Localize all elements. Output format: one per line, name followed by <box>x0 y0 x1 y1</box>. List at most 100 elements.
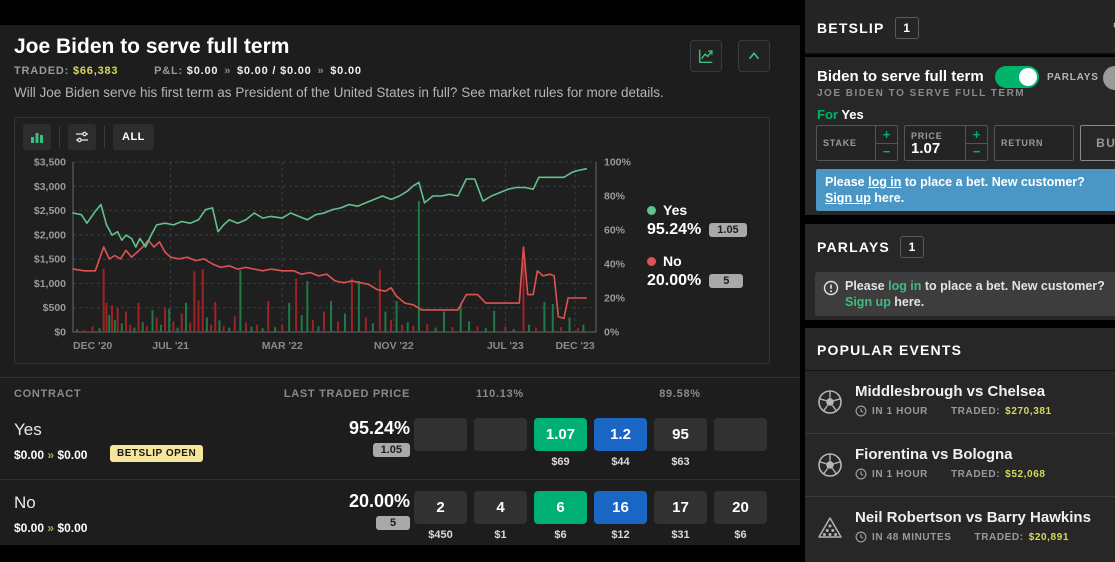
last-traded-price: 95.24% 1.05 <box>349 418 410 458</box>
price-cell[interactable]: 95 <box>654 418 707 451</box>
remove-bet-button[interactable] <box>1103 66 1115 90</box>
chevron-up-icon <box>745 47 763 65</box>
pnl-value: $0.00 <box>57 448 87 462</box>
svg-text:40%: 40% <box>604 259 626 271</box>
contract-name: No <box>14 493 36 513</box>
betslip-count-badge: 1 <box>895 17 919 39</box>
event-start-time: IN 1 HOUR <box>872 469 928 480</box>
parlays-toggle-label: PARLAYS <box>1047 72 1099 83</box>
buy-button[interactable]: BUY <box>1080 125 1115 161</box>
price-cell[interactable]: 4 <box>474 491 527 524</box>
timerange-all-button[interactable]: ALL <box>113 124 154 150</box>
price-value[interactable]: 1.07 <box>911 141 959 156</box>
cell-volume <box>714 456 767 470</box>
ltp-odds-badge: 5 <box>376 516 410 530</box>
price-label: PRICE <box>911 131 959 141</box>
event-start-time: IN 48 MINUTES <box>872 532 951 543</box>
event-list-item[interactable]: Neil Robertson vs Barry Hawkins IN 48 MI… <box>805 496 1115 559</box>
signup-link[interactable]: Sign up <box>825 191 871 205</box>
event-start-time: IN 1 HOUR <box>872 406 928 417</box>
pnl-separator: » <box>47 521 54 535</box>
back-price-button[interactable]: 6 <box>534 491 587 524</box>
event-traded-amount: $52,068 <box>1005 469 1045 480</box>
price-cell[interactable]: 17 <box>654 491 707 524</box>
chart-view-button[interactable] <box>690 40 722 72</box>
price-chart[interactable]: $0$500$1,000$1,500$2,000$2,500$3,000$3,5… <box>21 154 643 359</box>
cell-volume: $63 <box>654 456 707 470</box>
lay-percent-header: 89.58% <box>650 388 710 400</box>
back-price-button[interactable]: 1.07 <box>534 418 587 451</box>
cell-volume: $6 <box>534 529 587 543</box>
info-icon <box>823 280 839 296</box>
contract-pnl: $0.00 » $0.00 <box>14 521 87 535</box>
parlays-login-notice: Please log in to place a bet. New custom… <box>815 272 1115 316</box>
market-stats: TRADED: $66,383 P&L: $0.00 » $0.00 / $0.… <box>14 65 362 77</box>
stake-increment-button[interactable]: + <box>876 126 897 144</box>
side-value: Yes <box>841 107 863 122</box>
snooker-rack-icon <box>816 514 844 542</box>
cell-volume: $1 <box>474 529 527 543</box>
svg-text:60%: 60% <box>604 225 626 237</box>
legend-no-odds: 5 <box>709 274 743 288</box>
return-field[interactable]: RETURN <box>994 125 1074 161</box>
pnl-value: $0.00 <box>14 521 44 535</box>
cell-volume <box>414 456 467 470</box>
price-cell[interactable]: 20 <box>714 491 767 524</box>
parlays-toggle[interactable] <box>995 66 1039 88</box>
price-cell-empty[interactable] <box>474 418 527 451</box>
event-traded-label: TRADED: <box>951 406 1000 417</box>
legend-yes-pct: 95.24% <box>647 221 701 239</box>
svg-text:$3,500: $3,500 <box>34 157 66 169</box>
price-increment-button[interactable]: + <box>966 126 987 144</box>
lay-price-button[interactable]: 16 <box>594 491 647 524</box>
contract-table-header: CONTRACT LAST TRADED PRICE 110.13% 89.58… <box>0 377 800 407</box>
price-cell[interactable]: 2 <box>414 491 467 524</box>
stake-decrement-button[interactable]: − <box>876 144 897 161</box>
signup-link[interactable]: Sign up <box>845 295 891 309</box>
legend-no-label: No <box>663 253 682 269</box>
yes-dot-icon <box>647 206 656 215</box>
svg-text:DEC '20: DEC '20 <box>73 340 112 352</box>
notice-text: to place a bet. New customer? <box>921 279 1104 293</box>
toolbar-divider <box>59 126 60 148</box>
ltp-column-header: LAST TRADED PRICE <box>284 388 410 400</box>
traded-label: TRADED: <box>14 65 69 77</box>
clock-icon <box>855 468 867 480</box>
popular-events-section: POPULAR EVENTS Middlesbrough vs Chelsea … <box>805 328 1115 562</box>
price-field[interactable]: PRICE 1.07 + − <box>904 125 988 161</box>
stake-field[interactable]: STAKE + − <box>816 125 898 161</box>
pnl-value: $0.00 <box>14 448 44 462</box>
clock-icon <box>855 405 867 417</box>
event-list-item[interactable]: Fiorentina vs Bologna IN 1 HOUR TRADED: $5… <box>805 433 1115 496</box>
price-cell-empty[interactable] <box>414 418 467 451</box>
chart-settings-button[interactable] <box>68 124 96 150</box>
event-traded-label: TRADED: <box>951 469 1000 480</box>
price-decrement-button[interactable]: − <box>966 144 987 161</box>
volume-chart-button[interactable] <box>23 124 51 150</box>
notice-text: to place a bet. New customer? <box>901 175 1084 189</box>
svg-text:20%: 20% <box>604 293 626 305</box>
event-title: Middlesbrough vs Chelsea <box>855 383 1045 400</box>
notice-text: Please <box>825 175 868 189</box>
event-title: Fiorentina vs Bologna <box>855 446 1013 463</box>
cell-volume: $31 <box>654 529 707 543</box>
line-chart-icon <box>697 47 715 65</box>
login-link[interactable]: log in <box>868 175 901 189</box>
pnl-separator: » <box>222 65 233 77</box>
event-traded-amount: $20,891 <box>1029 532 1069 543</box>
svg-text:MAR '22: MAR '22 <box>262 340 303 352</box>
pnl-separator: » <box>47 448 54 462</box>
lay-price-button[interactable]: 1.2 <box>594 418 647 451</box>
svg-text:$1,000: $1,000 <box>34 278 66 290</box>
cell-volume: $44 <box>594 456 647 470</box>
collapse-button[interactable] <box>738 40 770 72</box>
parlays-title: PARLAYS <box>817 239 890 255</box>
event-list-item[interactable]: Middlesbrough vs Chelsea IN 1 HOUR TRADED… <box>805 370 1115 433</box>
login-link[interactable]: log in <box>888 279 921 293</box>
pnl-label: P&L: <box>154 65 183 77</box>
ltp-percent: 95.24% <box>349 418 410 439</box>
betslip-open-badge: BETSLIP OPEN <box>110 445 203 462</box>
price-cell-empty[interactable] <box>714 418 767 451</box>
betslip-body: Biden to serve full term JOE BIDEN TO SE… <box>805 57 1115 215</box>
last-traded-price: 20.00% 5 <box>349 491 410 531</box>
